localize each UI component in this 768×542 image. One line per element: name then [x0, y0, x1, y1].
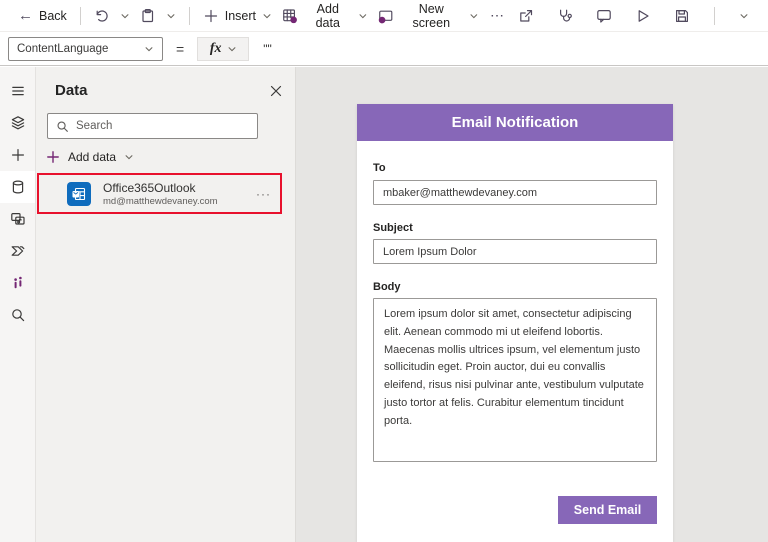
chevron-down-icon — [166, 11, 176, 21]
search-icon — [56, 120, 69, 133]
plus-icon — [46, 150, 60, 164]
app-checker-button[interactable] — [550, 4, 580, 28]
connector-more-button[interactable]: ··· — [256, 187, 271, 201]
send-email-button[interactable]: Send Email — [558, 496, 657, 524]
share-icon — [518, 8, 534, 24]
rail-data-button[interactable] — [0, 171, 35, 203]
app-checker-icon — [557, 8, 573, 24]
formula-bar: ContentLanguage = fx "" — [0, 32, 768, 66]
chevron-down-icon — [124, 152, 134, 162]
chevron-down-icon — [358, 11, 368, 21]
back-label: Back — [39, 9, 67, 23]
form-title: Email Notification — [452, 114, 579, 131]
fx-icon: fx — [210, 41, 222, 57]
add-data-menu-button[interactable]: Add data — [46, 150, 295, 164]
toolbar-overflow-button[interactable]: ⋯ — [484, 7, 511, 24]
undo-dropdown-button[interactable] — [115, 7, 135, 25]
to-input[interactable] — [373, 180, 657, 205]
email-form-screen[interactable]: Email Notification To Subject Body Lorem… — [357, 104, 673, 542]
comments-button[interactable] — [589, 4, 619, 28]
connector-name: Office365Outlook — [103, 181, 218, 195]
new-screen-button[interactable]: New screen — [373, 0, 484, 34]
chevron-down-icon — [739, 11, 749, 21]
share-button[interactable] — [511, 4, 541, 28]
formula-input[interactable]: "" — [263, 42, 272, 56]
add-data-label: Add data — [304, 2, 353, 30]
paste-button[interactable] — [135, 4, 161, 28]
toolbar-right-group — [511, 4, 756, 28]
undo-button[interactable] — [89, 4, 115, 28]
data-panel-title: Data — [55, 82, 88, 99]
add-data-button[interactable]: Add data — [277, 0, 373, 34]
toolbar-divider — [714, 7, 715, 25]
plus-icon — [203, 8, 219, 24]
top-toolbar: ← Back Insert — [0, 0, 768, 32]
body-textarea[interactable]: Lorem ipsum dolor sit amet, consectetur … — [373, 298, 657, 462]
office365outlook-icon — [67, 182, 91, 206]
chevron-down-icon — [144, 44, 154, 54]
property-name: ContentLanguage — [17, 43, 108, 55]
data-icon — [10, 179, 26, 195]
chevron-down-icon — [262, 11, 272, 21]
rail-search-button[interactable] — [0, 299, 35, 331]
chevron-down-icon — [227, 44, 237, 54]
back-button[interactable]: ← Back — [13, 4, 72, 27]
button-row: Send Email — [373, 496, 657, 524]
chevron-down-icon — [469, 11, 479, 21]
power-automate-icon — [10, 243, 26, 259]
undo-icon — [94, 8, 110, 24]
form-header[interactable]: Email Notification — [357, 104, 673, 141]
advanced-tools-icon — [10, 275, 26, 291]
tree-view-icon — [10, 115, 26, 131]
content-area: Data Add data — [0, 67, 768, 542]
equals-sign: = — [176, 41, 184, 57]
back-arrow-icon: ← — [18, 8, 33, 23]
left-rail — [0, 67, 36, 542]
close-icon[interactable] — [269, 84, 283, 98]
chevron-down-icon — [120, 11, 130, 21]
rail-advanced-tools-button[interactable] — [0, 267, 35, 299]
body-label: Body — [373, 281, 657, 293]
fx-dropdown[interactable]: fx — [197, 37, 249, 61]
data-search-box — [47, 113, 258, 139]
rail-media-button[interactable] — [0, 203, 35, 235]
new-screen-icon — [378, 8, 394, 24]
property-selector[interactable]: ContentLanguage — [8, 37, 163, 61]
rail-power-automate-button[interactable] — [0, 235, 35, 267]
comment-icon — [596, 8, 612, 24]
save-button[interactable] — [667, 4, 697, 28]
clipboard-icon — [140, 8, 156, 24]
save-dropdown-button[interactable] — [732, 7, 756, 25]
insert-label: Insert — [225, 9, 256, 23]
insert-button[interactable]: Insert — [198, 4, 277, 28]
save-icon — [674, 8, 690, 24]
data-search-input[interactable] — [76, 120, 249, 132]
data-panel-header: Data — [36, 67, 295, 99]
data-panel: Data Add data — [36, 67, 296, 542]
app-canvas[interactable]: Email Notification To Subject Body Lorem… — [296, 67, 768, 542]
menu-icon — [10, 83, 26, 99]
subject-label: Subject — [373, 222, 657, 234]
new-screen-label: New screen — [399, 2, 463, 30]
rail-insert-button[interactable] — [0, 139, 35, 171]
search-icon — [10, 307, 26, 323]
connector-account: md@matthewdevaney.com — [103, 196, 218, 207]
preview-button[interactable] — [628, 4, 658, 28]
insert-plus-icon — [10, 147, 26, 163]
rail-menu-button[interactable] — [0, 75, 35, 107]
office365outlook-connector-row[interactable]: Office365Outlook md@matthewdevaney.com ·… — [37, 173, 282, 214]
toolbar-divider — [189, 7, 190, 25]
toolbar-left-group: ← Back Insert — [13, 0, 511, 34]
connector-text: Office365Outlook md@matthewdevaney.com — [103, 181, 218, 207]
add-data-label: Add data — [68, 150, 116, 164]
subject-input[interactable] — [373, 239, 657, 264]
paste-dropdown-button[interactable] — [161, 7, 181, 25]
form-body: To Subject Body Lorem ipsum dolor sit am… — [357, 162, 673, 524]
play-icon — [635, 8, 651, 24]
add-data-icon — [282, 8, 298, 24]
toolbar-divider — [80, 7, 81, 25]
media-icon — [10, 211, 26, 227]
to-label: To — [373, 162, 657, 174]
rail-tree-view-button[interactable] — [0, 107, 35, 139]
